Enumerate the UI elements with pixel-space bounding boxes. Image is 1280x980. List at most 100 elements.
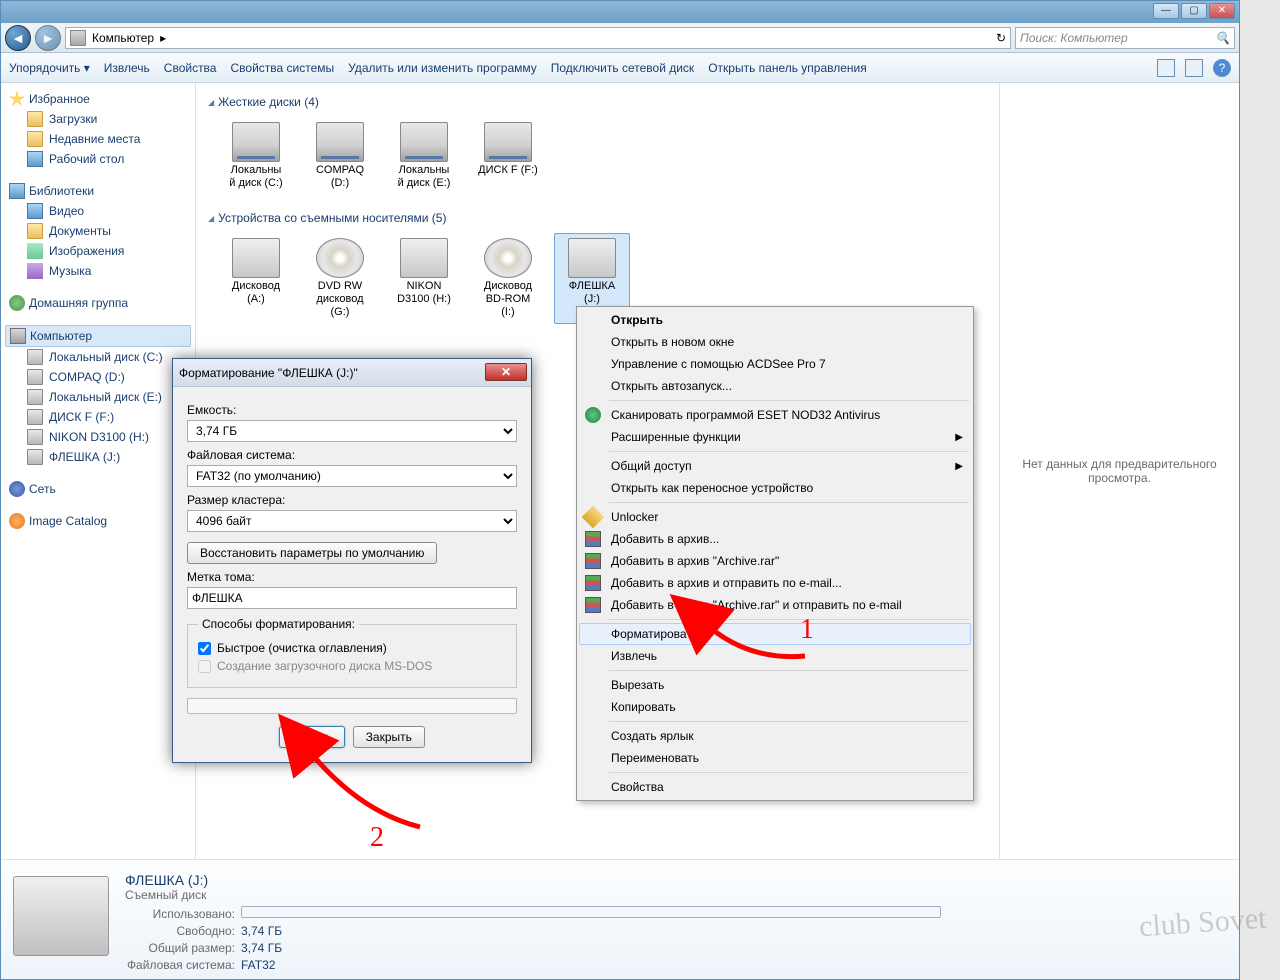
volume-label-input[interactable] (187, 587, 517, 609)
section-hard-drives[interactable]: Жесткие диски (4) (208, 91, 987, 113)
pictures-icon (27, 243, 43, 259)
menu-item[interactable]: Добавить в архив "Archive.rar" и отправи… (579, 594, 971, 616)
menu-item[interactable]: Открыть (579, 309, 971, 331)
menu-item[interactable]: Копировать (579, 696, 971, 718)
window-titlebar[interactable]: — ▢ ✕ (1, 1, 1239, 23)
drive-item[interactable]: DVD RWдисковод(G:) (302, 233, 378, 324)
star-icon (9, 91, 25, 107)
extract-button[interactable]: Извлечь (104, 61, 150, 75)
uninstall-button[interactable]: Удалить или изменить программу (348, 61, 537, 75)
system-properties-button[interactable]: Свойства системы (230, 61, 334, 75)
refresh-button[interactable]: ↻ (996, 31, 1006, 45)
view-button[interactable] (1157, 59, 1175, 77)
back-button[interactable]: ◄ (5, 25, 31, 51)
drive-item[interactable]: ДисководBD-ROM(I:) (470, 233, 546, 324)
network-header[interactable]: Сеть (5, 479, 191, 499)
capacity-select[interactable]: 3,74 ГБ (187, 420, 517, 442)
drive-icon (27, 349, 43, 365)
properties-button[interactable]: Свойства (164, 61, 217, 75)
drive-item[interactable]: COMPAQ(D:) (302, 117, 378, 195)
sidebar-item-music[interactable]: Музыка (5, 261, 191, 281)
image-catalog[interactable]: Image Catalog (5, 511, 191, 531)
menu-item-icon (585, 575, 601, 591)
details-subtitle: Съемный диск (125, 888, 941, 902)
close-dialog-button[interactable]: Закрыть (353, 726, 425, 748)
format-options-group: Способы форматирования: Быстрое (очистка… (187, 617, 517, 688)
libraries-header[interactable]: Библиотеки (5, 181, 191, 201)
help-button[interactable]: ? (1213, 59, 1231, 77)
removable-drive-icon (568, 238, 616, 278)
menu-item[interactable]: Открыть в новом окне (579, 331, 971, 353)
filesystem-select[interactable]: FAT32 (по умолчанию) (187, 465, 517, 487)
menu-item[interactable]: Открыть автозапуск... (579, 375, 971, 397)
favorites-header[interactable]: Избранное (5, 89, 191, 109)
preview-pane-button[interactable] (1185, 59, 1203, 77)
dialog-titlebar[interactable]: Форматирование "ФЛЕШКА (J:)" ✕ (173, 359, 531, 387)
homegroup-header[interactable]: Домашняя группа (5, 293, 191, 313)
menu-item[interactable]: Unlocker (579, 506, 971, 528)
section-removable[interactable]: Устройства со съемными носителями (5) (208, 207, 987, 229)
menu-item[interactable]: Извлечь (579, 645, 971, 667)
sidebar-drive-h[interactable]: NIKON D3100 (H:) (5, 427, 191, 447)
menu-item[interactable]: Вырезать (579, 674, 971, 696)
menu-item[interactable]: Сканировать программой ESET NOD32 Antivi… (579, 404, 971, 426)
hard-drive-icon (400, 122, 448, 162)
sidebar-item-documents[interactable]: Документы (5, 221, 191, 241)
drive-item[interactable]: Локальный диск (E:) (386, 117, 462, 195)
cluster-select[interactable]: 4096 байт (187, 510, 517, 532)
drive-item[interactable]: NIKOND3100 (H:) (386, 233, 462, 324)
removable-drive-icon (400, 238, 448, 278)
menu-item[interactable]: Форматировать... (579, 623, 971, 645)
sidebar-item-downloads[interactable]: Загрузки (5, 109, 191, 129)
sidebar-item-pictures[interactable]: Изображения (5, 241, 191, 261)
sidebar-drive-c[interactable]: Локальный диск (C:) (5, 347, 191, 367)
menu-item[interactable]: Общий доступ▶ (579, 455, 971, 477)
sidebar-item-desktop[interactable]: Рабочий стол (5, 149, 191, 169)
dialog-close-button[interactable]: ✕ (485, 363, 527, 381)
restore-defaults-button[interactable]: Восстановить параметры по умолчанию (187, 542, 437, 564)
menu-item[interactable]: Добавить в архив и отправить по e-mail..… (579, 572, 971, 594)
removable-drive-icon (316, 238, 364, 278)
breadcrumb-arrow[interactable]: ▸ (160, 31, 166, 45)
close-button[interactable]: ✕ (1209, 3, 1235, 19)
menu-item[interactable]: Переименовать (579, 747, 971, 769)
drive-item[interactable]: Дисковод(A:) (218, 233, 294, 324)
menu-item[interactable]: Свойства (579, 776, 971, 798)
drive-item[interactable]: ДИСК F (F:) (470, 117, 546, 195)
address-bar[interactable]: Компьютер ▸ ↻ (65, 27, 1011, 49)
menu-item[interactable]: Открыть как переносное устройство (579, 477, 971, 499)
forward-button[interactable]: ► (35, 25, 61, 51)
menu-item-icon (585, 407, 601, 423)
drive-item[interactable]: Локальный диск (C:) (218, 117, 294, 195)
quick-format-checkbox[interactable] (198, 642, 211, 655)
catalog-icon (9, 513, 25, 529)
search-input[interactable]: Поиск: Компьютер 🔍 (1015, 27, 1235, 49)
sidebar-drive-e[interactable]: Локальный диск (E:) (5, 387, 191, 407)
menu-item[interactable]: Создать ярлык (579, 725, 971, 747)
sidebar-item-videos[interactable]: Видео (5, 201, 191, 221)
control-panel-button[interactable]: Открыть панель управления (708, 61, 867, 75)
folder-icon (27, 111, 43, 127)
menu-item[interactable]: Добавить в архив "Archive.rar" (579, 550, 971, 572)
menu-item[interactable]: Расширенные функции▶ (579, 426, 971, 448)
menu-item[interactable]: Добавить в архив... (579, 528, 971, 550)
maximize-button[interactable]: ▢ (1181, 3, 1207, 19)
sidebar-drive-j[interactable]: ФЛЕШКА (J:) (5, 447, 191, 467)
hard-drive-icon (484, 122, 532, 162)
map-drive-button[interactable]: Подключить сетевой диск (551, 61, 694, 75)
menu-item[interactable]: Управление с помощью ACDSee Pro 7 (579, 353, 971, 375)
organize-menu[interactable]: Упорядочить ▾ (9, 61, 90, 75)
msdos-boot-checkbox (198, 660, 211, 673)
preview-pane: Нет данных для предварительного просмотр… (999, 83, 1239, 859)
sidebar-drive-f[interactable]: ДИСК F (F:) (5, 407, 191, 427)
minimize-button[interactable]: — (1153, 3, 1179, 19)
computer-header[interactable]: Компьютер (5, 325, 191, 347)
drive-icon (27, 429, 43, 445)
details-pane: ФЛЕШКА (J:) Съемный диск Использовано:Св… (1, 859, 1239, 979)
sidebar-drive-d[interactable]: COMPAQ (D:) (5, 367, 191, 387)
capacity-label: Емкость: (187, 403, 517, 417)
sidebar-item-recent[interactable]: Недавние места (5, 129, 191, 149)
start-button[interactable]: Начать (279, 726, 345, 748)
breadcrumb[interactable]: Компьютер (92, 31, 154, 45)
annotation-number-2: 2 (370, 822, 384, 854)
